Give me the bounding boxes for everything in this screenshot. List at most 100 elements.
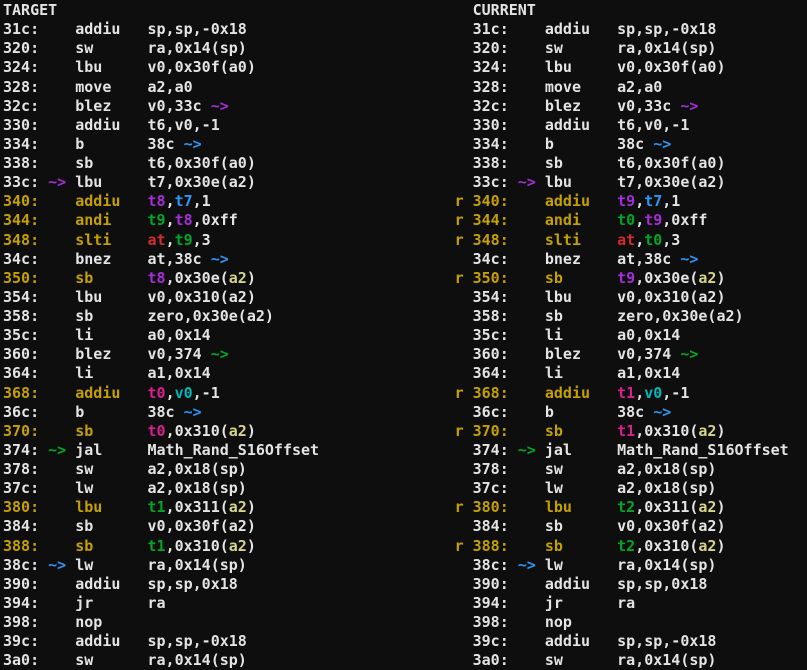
operand: ,0x310( [635,422,698,440]
operand: v0,374 [148,345,211,363]
address: 384: [473,517,509,535]
address: 36c: [473,403,509,421]
operand: ra,0x14(sp) [148,39,247,57]
operand: t7,0x30e(a2) [148,173,256,191]
address: 320: [3,39,39,57]
asm-line: 338: sb t6,0x30f(a0) 338: sb t6,0x30f(a0… [3,154,807,173]
operand: ,0x30e( [166,269,229,287]
operand: ,0xff [662,211,707,229]
asm-line: 34c: bnez at,38c ~> 34c: bnez at,38c ~> [3,250,807,269]
address: 334: [473,135,509,153]
address: 324: [3,58,39,76]
operand: ra,0x14(sp) [148,556,247,574]
asm-line: 350: sb t8,0x30e(a2) r 350: sb t9,0x30e(… [3,269,807,288]
operand: ra,0x14(sp) [148,651,247,669]
mnemonic: lw [75,556,147,574]
operand: , [166,211,175,229]
operand: t8 [148,269,166,287]
mnemonic: bnez [75,250,147,268]
asm-line: 388: sb t1,0x310(a2) r 388: sb t2,0x310(… [3,537,807,556]
mnemonic: move [75,78,147,96]
rename-marker: r [455,537,464,555]
operand: v0 [644,384,662,402]
operand: ) [247,269,256,287]
mnemonic: addiu [545,575,617,593]
operand: , [166,384,175,402]
operand: sp,sp,0x18 [617,575,707,593]
operand: a2,0x18(sp) [148,460,247,478]
operand: , [166,231,175,249]
address: 340: [473,192,509,210]
operand: t1 [617,422,635,440]
address: 374: [3,441,39,459]
mnemonic: sb [545,154,617,172]
asm-line: 340: addiu t8,t7,1 r 340: addiu t9,t7,1 [3,192,807,211]
mnemonic: b [545,403,617,421]
asm-line: 39c: addiu sp,sp,-0x18 39c: addiu sp,sp,… [3,632,807,651]
address: 350: [3,269,39,287]
operand: Math_Rand_S16Offset [148,441,320,459]
address: 348: [473,231,509,249]
asm-line: 38c: ~> lw ra,0x14(sp) 38c: ~> lw ra,0x1… [3,556,807,575]
mnemonic: b [75,135,147,153]
operand: ra,0x14(sp) [617,651,716,669]
operand: t9 [617,269,635,287]
branch-arrow: ~> [680,250,698,268]
address: 35c: [3,326,39,344]
mnemonic: b [545,135,617,153]
mnemonic: jal [75,441,147,459]
operand: t7 [175,192,193,210]
mnemonic: sb [545,307,617,325]
operand: t9 [617,192,635,210]
address: 350: [473,269,509,287]
address: 388: [473,537,509,555]
address: 384: [3,517,39,535]
address: 330: [3,116,39,134]
operand: sp,sp,-0x18 [617,20,716,38]
mnemonic: bnez [545,250,617,268]
operand: t0 [617,211,635,229]
operand: a2,a0 [617,78,662,96]
address: 39c: [3,632,39,650]
branch-arrow: ~> [211,345,229,363]
asm-line: 384: sb v0,0x30f(a2) 384: sb v0,0x30f(a2… [3,517,807,536]
address: 368: [473,384,509,402]
rename-marker: r [455,192,464,210]
mnemonic: sw [75,39,147,57]
mnemonic: sw [545,651,617,669]
mnemonic: sb [545,422,617,440]
operand: t7 [644,192,662,210]
address: 370: [473,422,509,440]
operand: a2 [698,498,716,516]
address: 34c: [3,250,39,268]
mnemonic: lw [545,479,617,497]
asm-line: 354: lbu v0,0x310(a2) 354: lbu v0,0x310(… [3,288,807,307]
operand: t9 [175,231,193,249]
operand: a2 [229,422,247,440]
operand: ,0x310( [635,537,698,555]
address: 34c: [473,250,509,268]
operand: t1 [148,498,166,516]
operand: ) [247,422,256,440]
address: 390: [473,575,509,593]
address: 344: [473,211,509,229]
operand: t8 [148,192,166,210]
mnemonic: andi [75,211,147,229]
address: 398: [473,613,509,631]
mnemonic: sb [75,154,147,172]
operand: 38c [148,135,184,153]
mnemonic: lw [545,556,617,574]
current-column-header: CURRENT [473,1,536,19]
operand: v0,0x30f(a0) [148,58,256,76]
branch-arrow: ~> [184,135,202,153]
operand: a2,a0 [148,78,193,96]
mnemonic: lbu [75,173,147,191]
rename-marker: r [455,422,464,440]
address: 348: [3,231,39,249]
operand: a2 [698,537,716,555]
mnemonic: lbu [545,58,617,76]
asm-line: 370: sb t0,0x310(a2) r 370: sb t1,0x310(… [3,422,807,441]
address: 364: [3,364,39,382]
operand: ra,0x14(sp) [617,39,716,57]
address: 38c: [3,556,39,574]
